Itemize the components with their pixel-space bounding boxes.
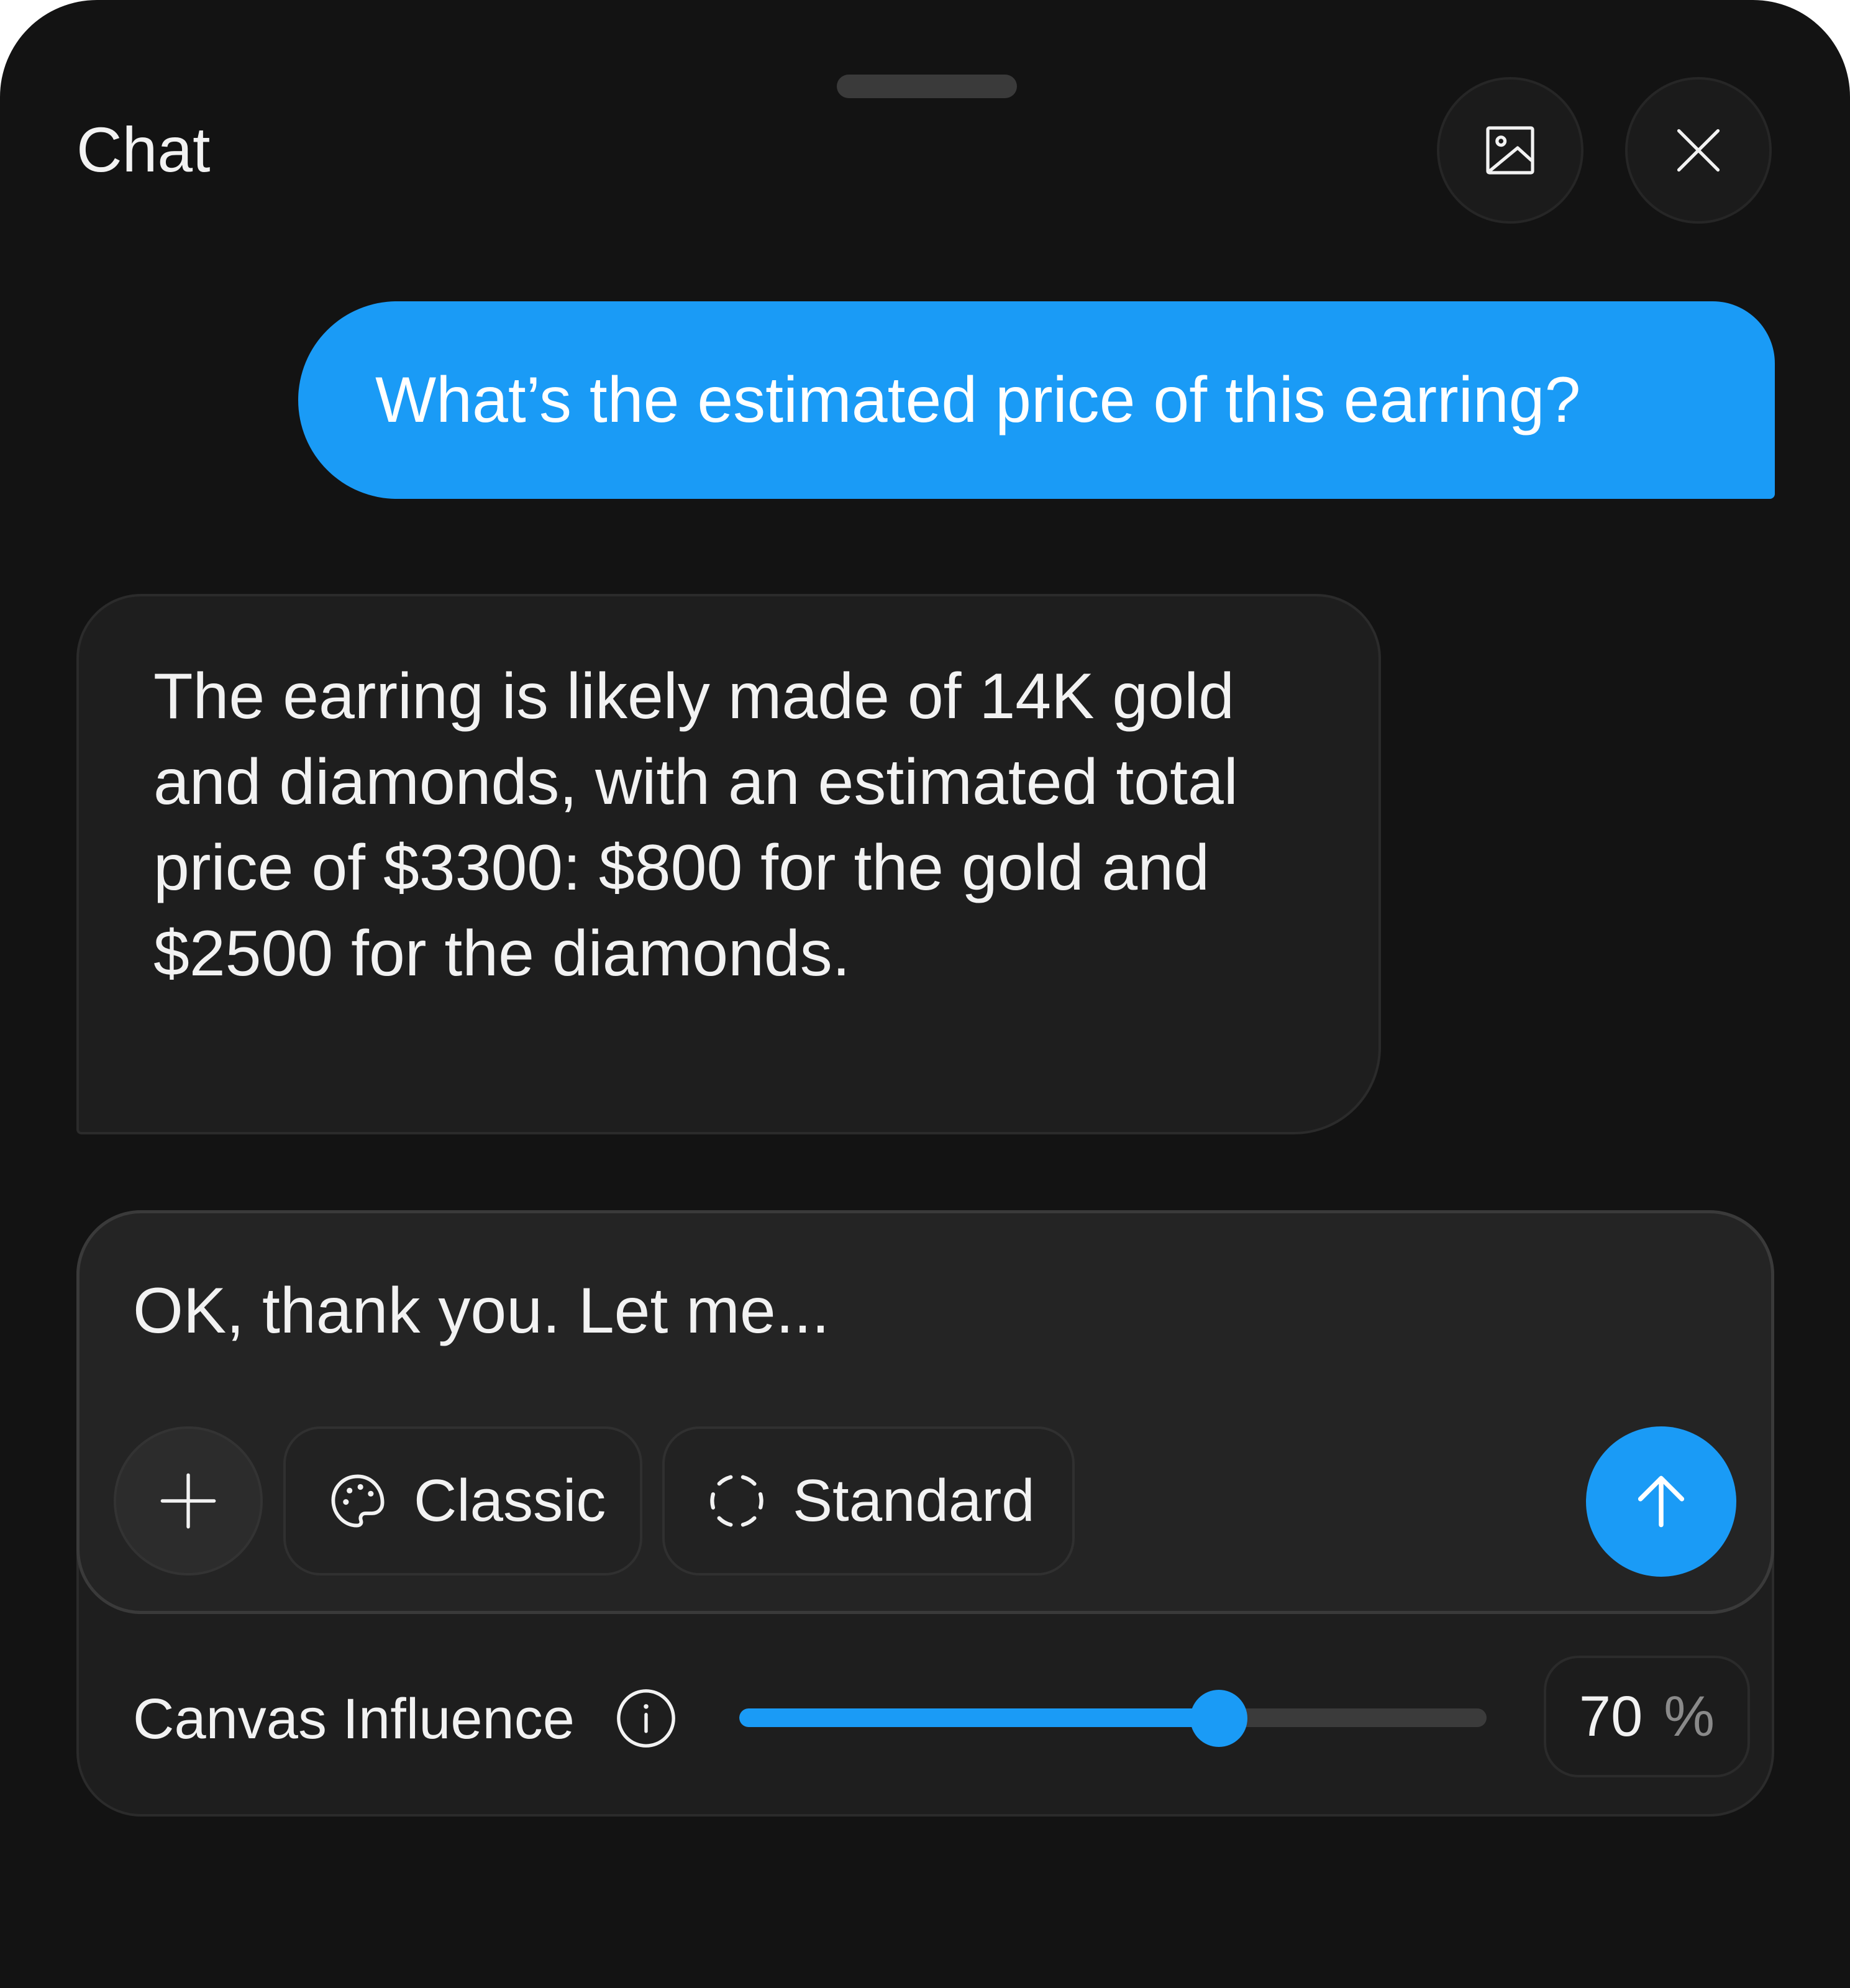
mode-chip-label: Standard bbox=[793, 1467, 1035, 1534]
image-icon bbox=[1486, 126, 1534, 175]
drag-handle[interactable] bbox=[837, 75, 1017, 98]
palette-icon bbox=[331, 1474, 385, 1528]
canvas-influence-label: Canvas Influence bbox=[133, 1687, 575, 1751]
close-icon bbox=[1677, 129, 1720, 172]
plus-icon bbox=[160, 1473, 216, 1529]
chat-panel: Chat What’s the estimated price of this … bbox=[0, 0, 1850, 1988]
arrow-up-icon bbox=[1638, 1475, 1685, 1528]
message-input[interactable]: OK, thank you. Let me... bbox=[133, 1274, 1624, 1348]
image-button[interactable] bbox=[1437, 77, 1583, 224]
slider-fill bbox=[739, 1708, 1219, 1727]
canvas-influence-slider[interactable] bbox=[739, 1708, 1487, 1727]
mode-chip[interactable]: Standard bbox=[662, 1426, 1075, 1575]
style-chip-label: Classic bbox=[414, 1467, 606, 1534]
assistant-message-bubble: The earring is likely made of 14K gold a… bbox=[76, 594, 1381, 1134]
dashed-circle-icon bbox=[710, 1474, 763, 1528]
page-title: Chat bbox=[76, 114, 211, 185]
canvas-influence-value: 70 bbox=[1579, 1684, 1643, 1748]
add-attachment-button[interactable] bbox=[114, 1426, 263, 1575]
user-message-text: What’s the estimated price of this earri… bbox=[375, 363, 1581, 436]
canvas-influence-value-field[interactable]: 70 % bbox=[1544, 1656, 1750, 1777]
assistant-message-text: The earring is likely made of 14K gold a… bbox=[153, 660, 1238, 990]
slider-thumb[interactable] bbox=[1190, 1690, 1247, 1747]
close-button[interactable] bbox=[1625, 77, 1772, 224]
style-chip[interactable]: Classic bbox=[283, 1426, 642, 1575]
canvas-influence-unit: % bbox=[1664, 1684, 1715, 1748]
user-message-bubble: What’s the estimated price of this earri… bbox=[298, 301, 1775, 499]
info-icon[interactable] bbox=[615, 1687, 677, 1749]
send-button[interactable] bbox=[1586, 1426, 1736, 1577]
